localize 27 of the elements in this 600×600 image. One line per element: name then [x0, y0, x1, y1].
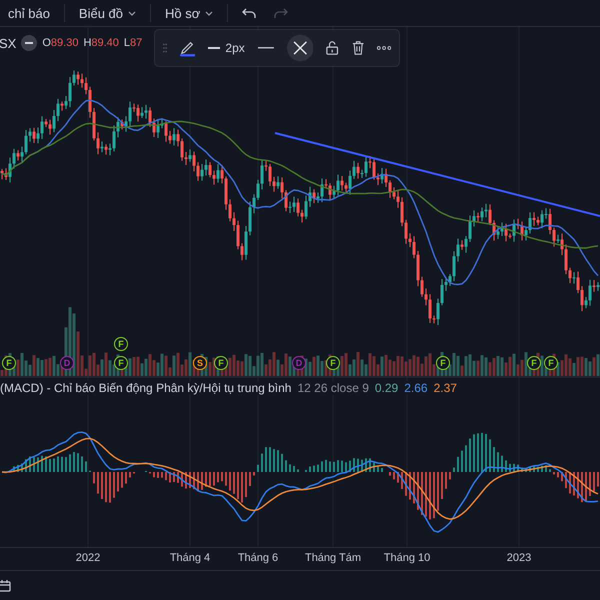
- time-axis-label: 2023: [506, 552, 532, 564]
- event-marker[interactable]: F: [214, 356, 228, 370]
- time-axis-label: 2022: [76, 552, 100, 564]
- time-axis-label: Tháng Tám: [304, 552, 362, 564]
- time-axis-label: Tháng 6: [238, 552, 278, 564]
- line-width-button[interactable]: 2px: [208, 41, 245, 55]
- menu-button[interactable]: Hồ sơ: [161, 4, 218, 22]
- indicators-button[interactable]: chỉ báo: [4, 4, 54, 22]
- indicator-value: 2.37: [434, 381, 457, 395]
- indicator-value: 2.66: [404, 381, 428, 395]
- price-value: H89.40: [83, 37, 119, 49]
- indicator-params: 12 26 close 9: [297, 381, 369, 395]
- event-marker[interactable]: F: [544, 356, 558, 370]
- event-marker[interactable]: S: [193, 356, 207, 370]
- menu-button[interactable]: Biểu đồ: [74, 4, 140, 22]
- indicator-title: (MACD) - Chỉ báo Biến động Phân kỳ/Hội tụ trung bình: [0, 381, 292, 395]
- indicator-value: 0.29: [374, 381, 398, 395]
- time-axis-label: Tháng 10: [384, 552, 430, 564]
- event-marker[interactable]: F: [436, 356, 450, 370]
- event-marker[interactable]: F: [326, 356, 340, 370]
- price-value: L87: [124, 37, 142, 49]
- price-value: O89.30: [42, 37, 78, 49]
- event-marker[interactable]: F: [114, 337, 128, 351]
- event-marker[interactable]: F: [114, 356, 128, 370]
- event-marker[interactable]: F: [2, 356, 16, 370]
- event-marker[interactable]: F: [527, 356, 541, 370]
- time-axis-label: Tháng 4: [170, 552, 210, 564]
